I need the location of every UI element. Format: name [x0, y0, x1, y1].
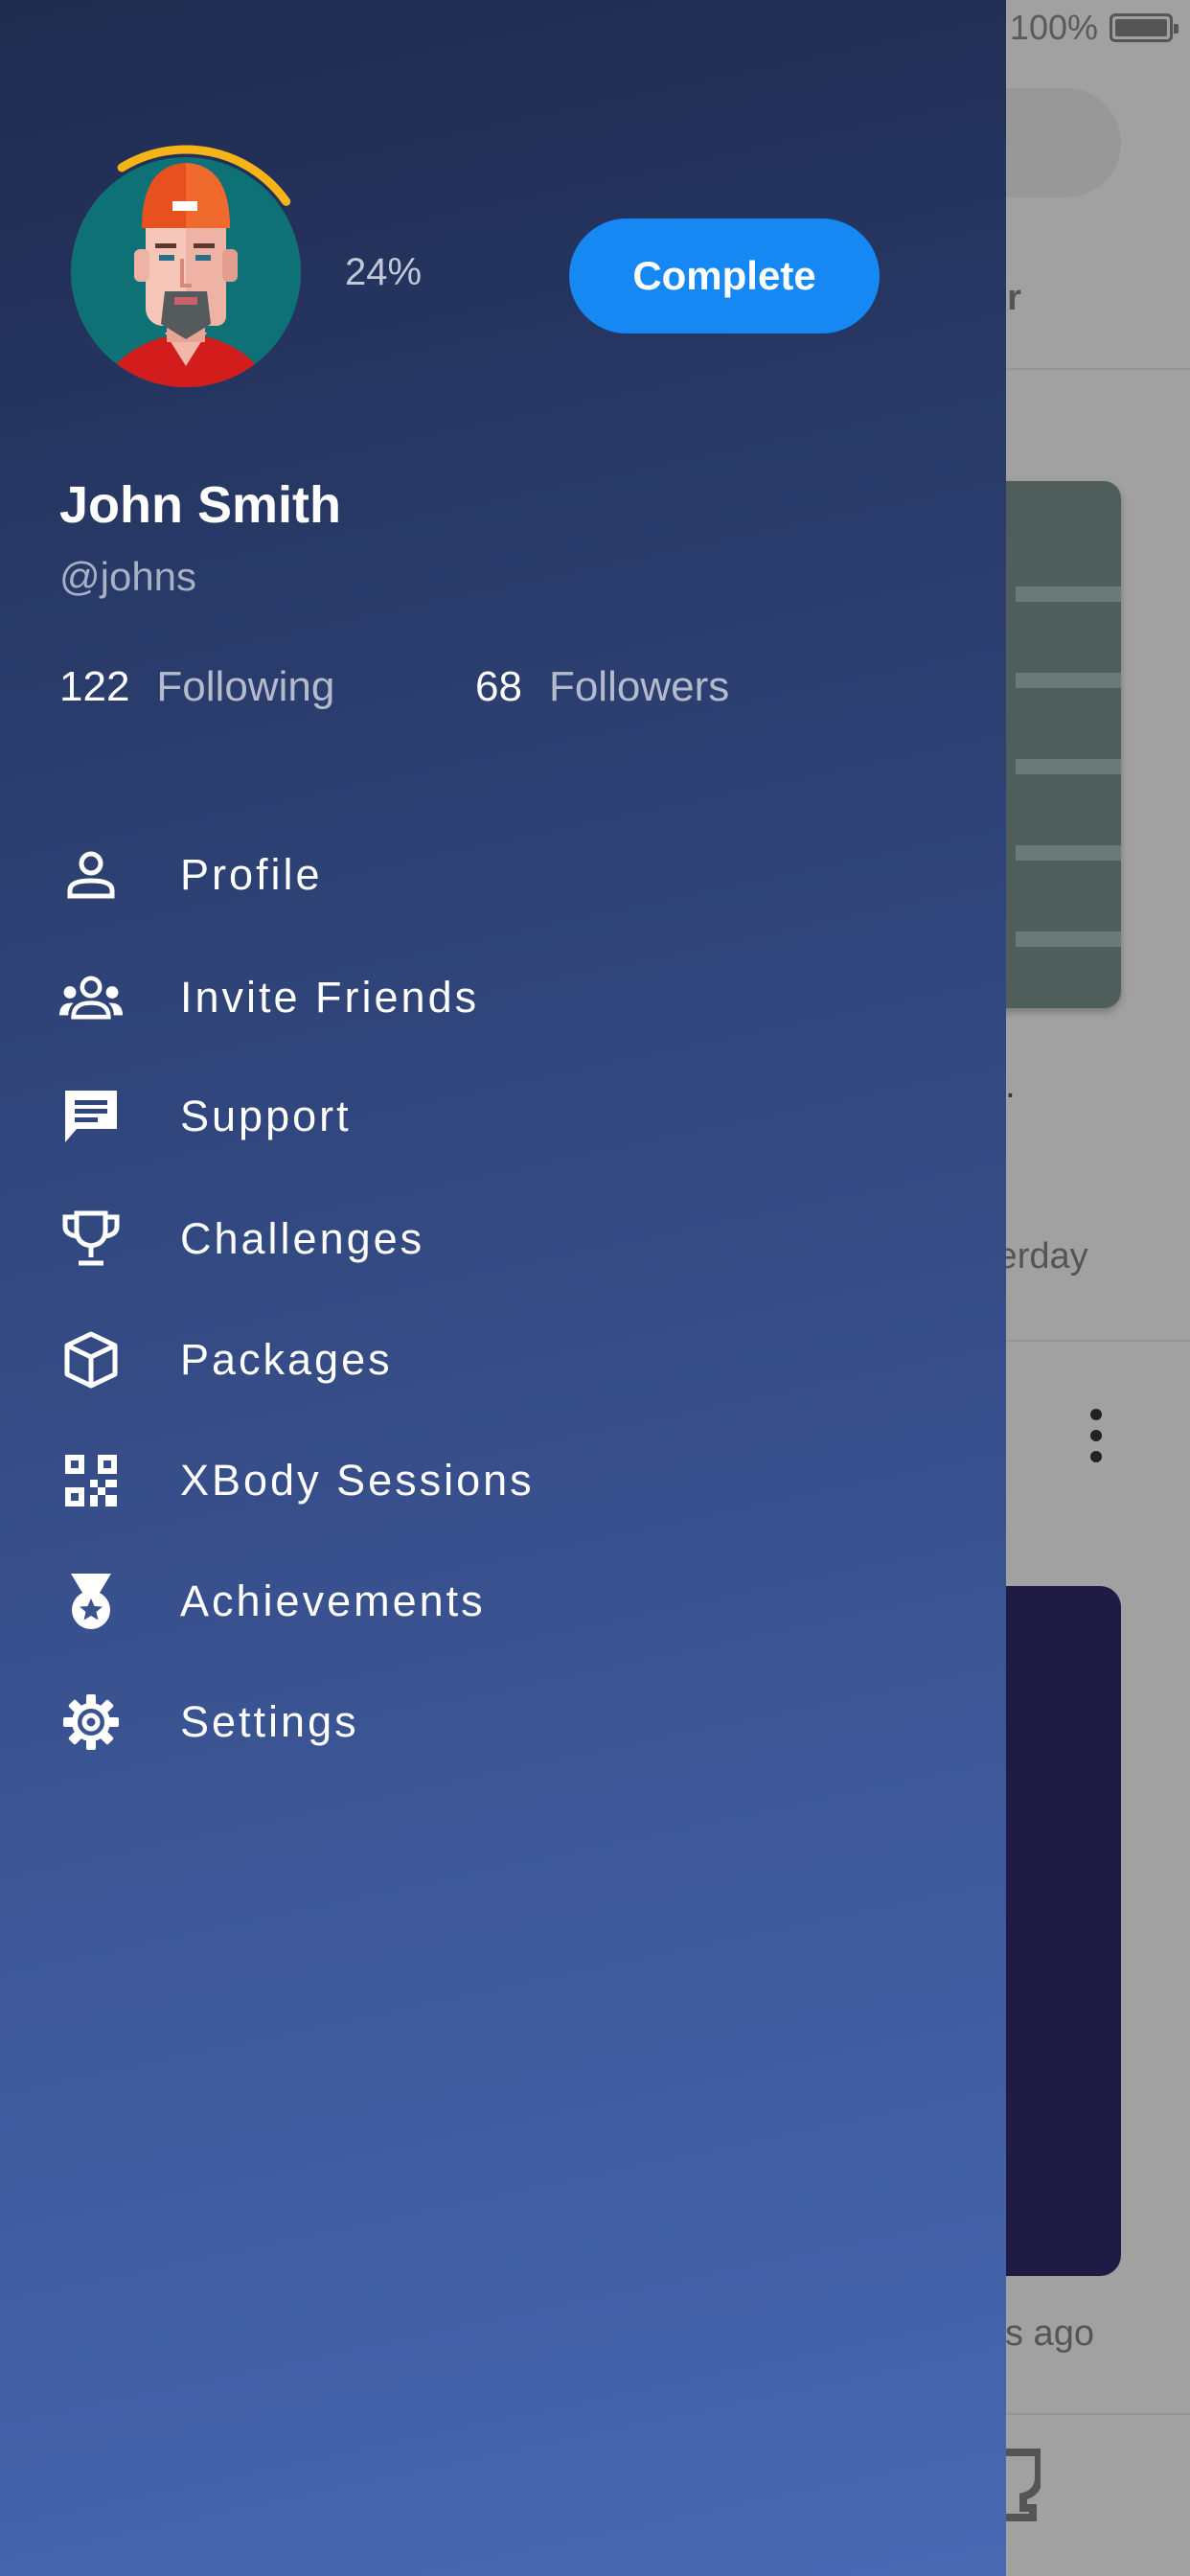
followers-label: Followers	[548, 663, 730, 710]
medal-icon	[59, 1570, 123, 1633]
menu-item-profile[interactable]: Profile	[59, 822, 788, 928]
menu-item-settings[interactable]: Settings	[59, 1669, 788, 1775]
following-label: Following	[156, 663, 335, 710]
following-count: 122	[59, 663, 130, 710]
chat-icon	[59, 1085, 123, 1148]
menu-item-label: Challenges	[180, 1214, 425, 1263]
profile-progress-label: 24%	[345, 251, 423, 293]
menu-item-label: Invite Friends	[180, 973, 480, 1022]
menu-item-support[interactable]: Support	[59, 1064, 788, 1169]
followers-stat[interactable]: 68 Followers	[475, 663, 729, 711]
menu-item-xbody-sessions[interactable]: XBody Sessions	[59, 1428, 788, 1533]
menu-item-label: Support	[180, 1092, 352, 1140]
following-stat[interactable]: 122 Following	[59, 663, 334, 711]
menu-item-label: XBody Sessions	[180, 1456, 535, 1505]
navigation-drawer: 24% Complete John Smith @johns 122 Follo…	[0, 0, 1006, 2576]
status-bar: 100%	[1009, 8, 1179, 48]
battery-percent: 100%	[1009, 8, 1098, 47]
more-vert-icon	[1090, 1409, 1104, 1462]
person-icon	[59, 843, 123, 907]
trophy-icon	[59, 1208, 123, 1271]
avatar[interactable]	[59, 136, 318, 395]
menu-item-packages[interactable]: Packages	[59, 1307, 788, 1413]
menu-item-label: Profile	[180, 850, 323, 899]
menu-item-challenges[interactable]: Challenges	[59, 1186, 788, 1292]
user-handle: @johns	[59, 554, 197, 599]
complete-profile-button[interactable]: Complete	[569, 218, 880, 334]
menu-item-achievements[interactable]: Achievements	[59, 1549, 788, 1654]
group-icon	[59, 966, 123, 1029]
menu-item-label: Settings	[180, 1697, 359, 1746]
battery-icon	[1110, 13, 1179, 42]
menu-item-invite-friends[interactable]: Invite Friends	[59, 945, 788, 1050]
package-icon	[59, 1328, 123, 1392]
menu-item-label: Achievements	[180, 1576, 486, 1625]
menu-item-label: Packages	[180, 1335, 393, 1384]
gear-icon	[59, 1690, 123, 1754]
user-name: John Smith	[59, 476, 341, 534]
followers-count: 68	[475, 663, 522, 710]
qr-code-icon	[59, 1449, 123, 1512]
